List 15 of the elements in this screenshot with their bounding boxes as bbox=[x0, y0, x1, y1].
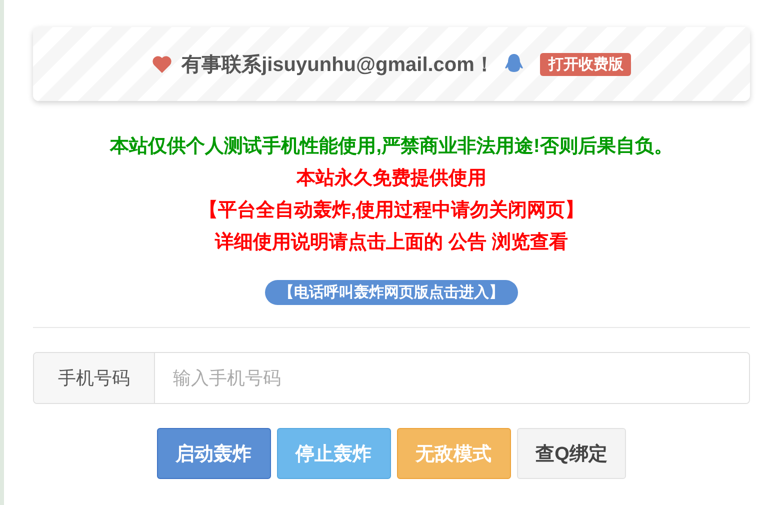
notice-text: 【平台全自动轰炸,使用过程中请勿关闭网页】 bbox=[198, 198, 584, 223]
notice-text: 本站永久免费提供使用 bbox=[296, 166, 486, 191]
paid-version-badge[interactable]: 打开收费版 bbox=[540, 52, 632, 76]
action-button[interactable]: 查Q绑定 bbox=[516, 428, 626, 479]
notice-text: 详细使用说明请点击上面的 公告 浏览查看 bbox=[215, 230, 568, 255]
action-button[interactable]: 停止轰炸 bbox=[276, 428, 391, 479]
action-button[interactable]: 启动轰炸 bbox=[156, 428, 271, 479]
heart-icon bbox=[152, 55, 172, 73]
action-button[interactable]: 无敌模式 bbox=[396, 428, 511, 479]
contact-text: 有事联系jisuyunhu@gmail.com！ bbox=[182, 52, 494, 78]
penguin-icon bbox=[504, 53, 524, 75]
phone-field[interactable]: 手机号码 输入手机号码 bbox=[33, 352, 750, 404]
call-page-link[interactable]: 【电话呼叫轰炸网页版点击进入】 bbox=[265, 280, 518, 305]
notice-text: 本站仅供个人测试手机性能使用,严禁商业非法用途!否则后果自负。 bbox=[110, 134, 673, 159]
phone-label: 手机号码 bbox=[34, 353, 155, 403]
